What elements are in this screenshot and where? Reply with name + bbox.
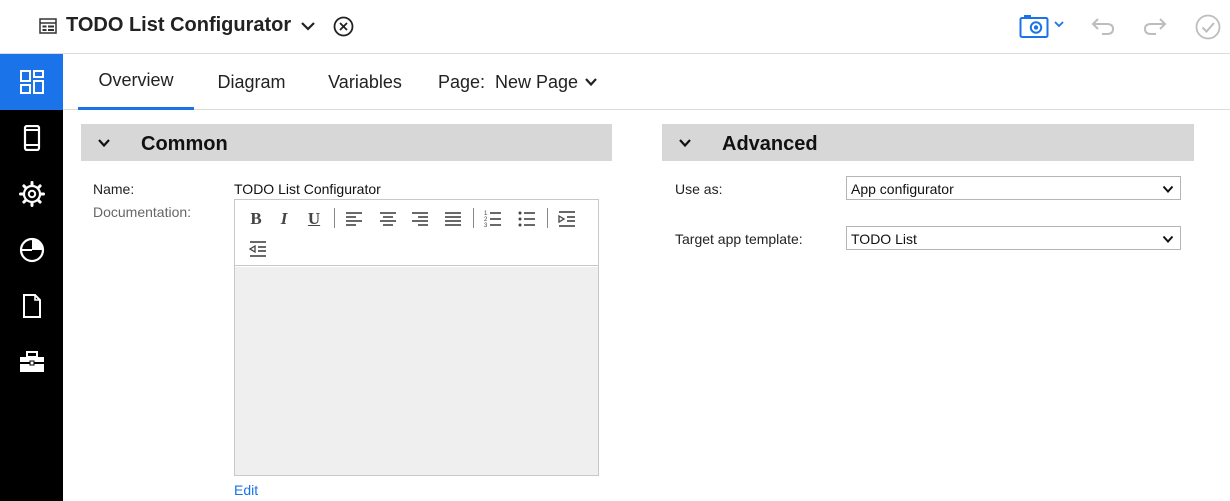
undo-icon[interactable] [1090, 15, 1116, 37]
target-template-select[interactable]: TODO List [846, 226, 1181, 250]
camera-dropdown-icon[interactable] [1053, 18, 1065, 30]
align-left-icon[interactable] [343, 208, 365, 230]
document-icon [39, 18, 57, 34]
sidebar [0, 54, 63, 501]
align-justify-icon[interactable] [442, 208, 464, 230]
unordered-list-icon[interactable] [516, 208, 538, 230]
align-right-icon[interactable] [409, 208, 431, 230]
title-bar: TODO List Configurator [0, 0, 1230, 54]
redo-icon[interactable] [1142, 15, 1168, 37]
target-template-value: TODO List [851, 231, 917, 247]
documentation-label: Documentation: [93, 204, 192, 220]
check-circle-icon[interactable] [1195, 14, 1221, 40]
editor-toolbar: B I U 123 [235, 200, 598, 266]
pie-chart-icon [19, 237, 44, 263]
ordered-list-icon[interactable]: 123 [482, 208, 504, 230]
italic-icon[interactable]: I [273, 208, 295, 230]
name-value: TODO List Configurator [234, 181, 381, 197]
edit-link[interactable]: Edit [234, 482, 258, 498]
use-as-select[interactable]: App configurator [846, 176, 1181, 200]
section-advanced-header[interactable]: Advanced [662, 124, 1194, 161]
page-selector-value: New Page [494, 71, 579, 92]
svg-text:3: 3 [484, 223, 488, 229]
documentation-editor: B I U 123 [234, 199, 599, 476]
close-circle-icon[interactable] [333, 16, 354, 37]
chevron-down-icon [679, 139, 691, 148]
sidebar-item-mobile[interactable] [0, 110, 63, 166]
use-as-label: Use as: [675, 181, 723, 197]
page-selector-label: Page: [437, 71, 485, 92]
align-center-icon[interactable] [377, 208, 399, 230]
section-advanced-title: Advanced [722, 133, 818, 155]
sidebar-item-analytics[interactable] [0, 222, 63, 278]
target-template-label: Target app template: [675, 231, 803, 247]
tab-overview[interactable]: Overview [78, 54, 194, 110]
chevron-down-icon[interactable] [300, 18, 316, 34]
section-common-header[interactable]: Common [81, 124, 612, 161]
use-as-value: App configurator [851, 181, 954, 197]
camera-icon[interactable] [1019, 13, 1049, 39]
section-common-title: Common [141, 133, 228, 155]
tab-variables[interactable]: Variables [316, 54, 414, 110]
chevron-down-icon [1162, 185, 1174, 193]
underline-icon[interactable]: U [303, 208, 325, 230]
gear-icon [18, 181, 45, 207]
editor-body[interactable] [235, 267, 598, 475]
tab-diagram[interactable]: Diagram [204, 54, 299, 110]
mobile-icon [23, 125, 40, 151]
dashboard-icon [19, 70, 44, 94]
indent-icon[interactable] [556, 208, 578, 230]
toolbox-icon [19, 351, 44, 372]
outdent-icon[interactable] [247, 238, 269, 260]
sidebar-item-documents[interactable] [0, 278, 63, 334]
tab-bar: Overview Diagram Variables Page: New Pag… [63, 54, 1230, 110]
chevron-down-icon [585, 78, 597, 87]
page-title: TODO List Configurator [66, 14, 292, 36]
file-icon [22, 294, 41, 318]
name-label: Name: [93, 181, 135, 197]
sidebar-item-tools[interactable] [0, 334, 63, 390]
bold-icon[interactable]: B [245, 208, 267, 230]
sidebar-item-dashboard[interactable] [0, 54, 63, 110]
sidebar-item-settings[interactable] [0, 166, 63, 222]
chevron-down-icon [1162, 235, 1174, 243]
page-selector[interactable]: Page: New Page [432, 54, 604, 110]
chevron-down-icon [98, 139, 110, 148]
